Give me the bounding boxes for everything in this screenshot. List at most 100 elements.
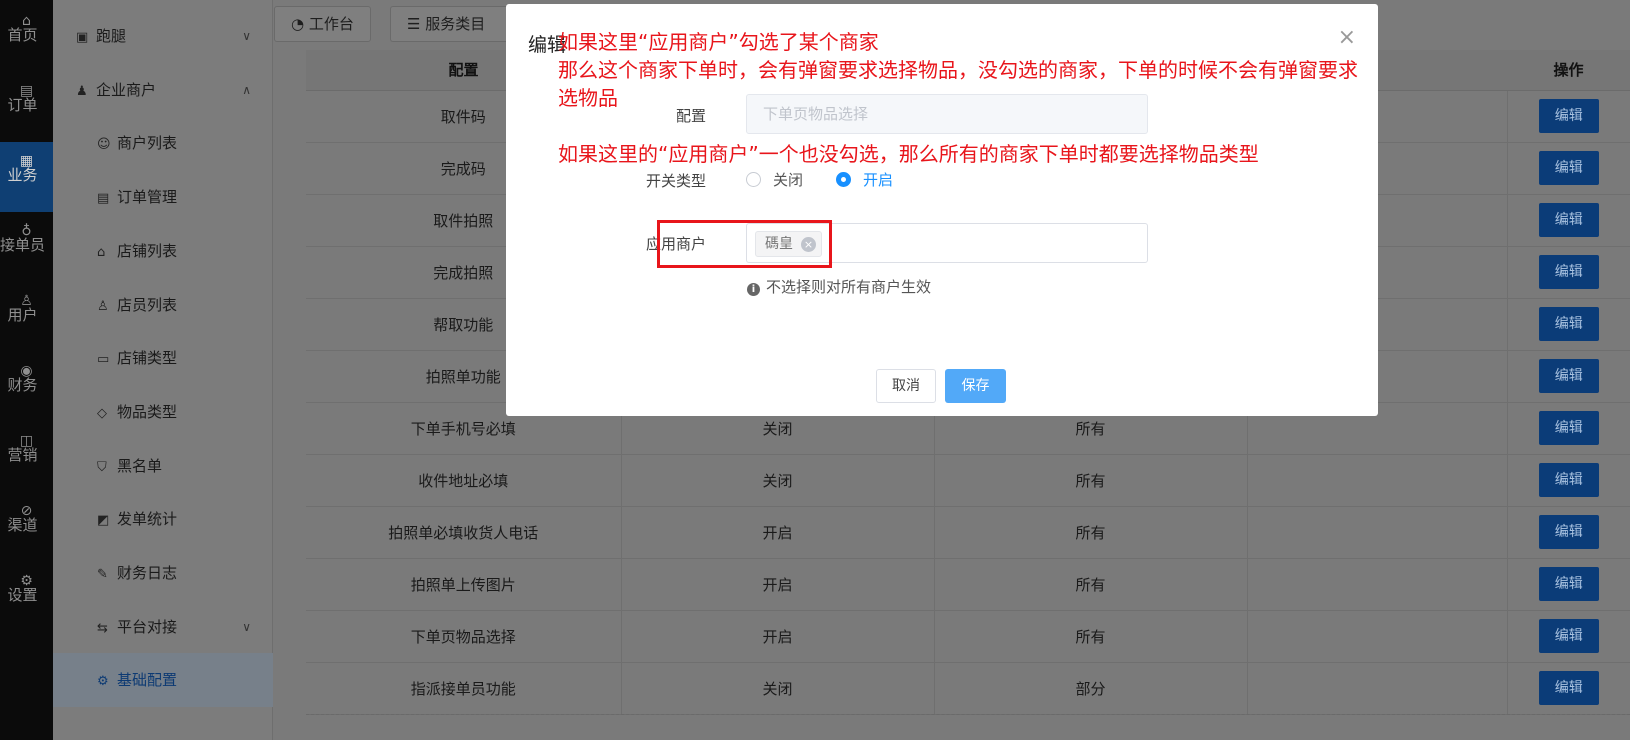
config-label: 配置 <box>676 107 707 125</box>
chevron-icon: ∨ <box>242 29 251 43</box>
cell-switch: 关闭 <box>621 454 935 507</box>
edit-button[interactable]: 编辑 <box>1538 151 1599 185</box>
rail-item-label: 营销 <box>7 446 38 464</box>
radio-on[interactable]: 开启 <box>836 170 893 190</box>
rail-item-label: 业务 <box>7 166 38 184</box>
sidebar-item-label: 企业商户 <box>96 80 157 99</box>
sidebar-item-4[interactable]: ⌂ 店铺列表 <box>53 224 273 278</box>
edit-button[interactable]: 编辑 <box>1538 203 1599 237</box>
cell-operation: 编辑 <box>1507 662 1630 715</box>
cell-scope: 所有 <box>934 506 1248 559</box>
chart-icon: ◫ <box>19 433 34 449</box>
radio-on-circle[interactable] <box>836 172 851 187</box>
cell-blank <box>1247 454 1508 507</box>
table-row: 指派接单员功能 关闭 部分 编辑 <box>306 662 1630 715</box>
cell-config: 指派接单员功能 <box>306 662 622 715</box>
sidebar-item-9[interactable]: ◩ 发单统计 <box>53 492 273 546</box>
cell-operation: 编辑 <box>1507 506 1630 559</box>
bike-icon: ♁ <box>21 223 32 239</box>
sidebar-item-1[interactable]: ♟ 企业商户 ∧ <box>53 63 273 117</box>
cell-blank <box>1247 662 1508 715</box>
rail-item-label: 渠道 <box>7 516 38 534</box>
sidebar-item-12[interactable]: ⚙ 基础配置 <box>53 653 273 708</box>
cell-operation: 编辑 <box>1507 558 1630 611</box>
edit-button[interactable]: 编辑 <box>1538 463 1599 497</box>
sidebar-item-label: 店员列表 <box>117 295 178 314</box>
radio-off[interactable]: 关闭 <box>746 170 803 190</box>
sidebar-item-10[interactable]: ✎ 财务日志 <box>53 546 273 600</box>
cell-operation: 编辑 <box>1507 246 1630 299</box>
order-icon: ▤ <box>19 83 34 99</box>
cancel-button[interactable]: 取消 <box>876 369 936 403</box>
annotation-line-3: 选物品 <box>558 86 618 110</box>
stats-icon: ◩ <box>97 513 110 529</box>
workbench-button[interactable]: ◔ 工作台 <box>274 6 371 42</box>
rail-item-6[interactable]: ◫ 营销 <box>0 422 53 492</box>
dialog-close-icon[interactable]: × <box>1338 26 1356 50</box>
annotation-line-2: 那么这个商家下单时，会有弹窗要求选择物品，没勾选的商家，下单的时候不会有弹窗要求 <box>558 58 1358 82</box>
annotation-line-4: 如果这里的“应用商户”一个也没勾选，那么所有的商家下单时都要选择物品类型 <box>558 142 1259 166</box>
service-category-button[interactable]: ☰ 服务类目 <box>390 6 510 42</box>
edit-button[interactable]: 编辑 <box>1538 411 1599 445</box>
rail-item-7[interactable]: ⊘ 渠道 <box>0 492 53 562</box>
table-bottom-divider <box>306 714 1630 715</box>
sidebar-item-0[interactable]: ▣ 跑腿 ∨ <box>53 9 273 63</box>
rail-item-label: 财务 <box>7 376 38 394</box>
rail-item-4[interactable]: ♙ 用户 <box>0 282 53 352</box>
radio-off-circle[interactable] <box>746 172 761 187</box>
rail-item-2[interactable]: ▦ 业务 <box>0 142 53 212</box>
rail-item-1[interactable]: ▤ 订单 <box>0 72 53 142</box>
rail-item-3[interactable]: ♁ 接单员 <box>0 212 53 282</box>
tag-icon: ◇ <box>97 405 107 421</box>
sidebar-item-label: 物品类型 <box>117 402 178 421</box>
cell-operation: 编辑 <box>1507 402 1630 455</box>
edit-button[interactable]: 编辑 <box>1538 671 1599 705</box>
main-nav-rail: ⌂ 首页 ▤ 订单 ▦ 业务 ♁ 接单员 ♙ 用户 ◉ 财务 ◫ 营销 ⊘ 渠道 ⚙ 设置 <box>0 0 53 740</box>
sidebar-item-8[interactable]: ⛉ 黑名单 <box>53 439 273 493</box>
info-icon: i <box>747 283 760 296</box>
cell-config: 拍照单上传图片 <box>306 558 622 611</box>
sidebar-item-7[interactable]: ◇ 物品类型 <box>53 385 273 439</box>
merchant-list-icon: ☺ <box>97 137 111 153</box>
dashboard-icon: ◔ <box>291 15 309 33</box>
user-icon: ♙ <box>20 293 33 309</box>
config-input: 下单页物品选择 <box>746 94 1148 134</box>
chevron-icon: ∨ <box>242 619 251 634</box>
edit-button[interactable]: 编辑 <box>1538 307 1599 341</box>
rail-item-5[interactable]: ◉ 财务 <box>0 352 53 422</box>
sidebar-item-11[interactable]: ⇆ 平台对接 ∨ <box>53 600 273 654</box>
sub-sidebar: ▣ 跑腿 ∨ ♟ 企业商户 ∧ ☺ 商户列表 ▤ 订单管理 ⌂ 店铺列表 ♙ 店员列表 ▭ 店铺类型 ◇ 物品类型… <box>53 0 273 740</box>
edit-button[interactable]: 编辑 <box>1538 359 1599 393</box>
chevron-icon: ∧ <box>242 82 251 97</box>
sidebar-item-5[interactable]: ♙ 店员列表 <box>53 278 273 332</box>
channel-icon: ⊘ <box>20 503 33 519</box>
merchant-group-icon: ♟ <box>76 83 88 99</box>
sidebar-item-label: 店铺列表 <box>117 241 178 260</box>
cell-switch: 开启 <box>621 610 935 663</box>
cell-scope: 所有 <box>934 610 1248 663</box>
cell-operation: 编辑 <box>1507 90 1630 143</box>
switch-type-label: 开关类型 <box>646 172 707 190</box>
hint-text: 不选择则对所有商户生效 <box>766 278 932 296</box>
save-button[interactable]: 保存 <box>945 369 1006 403</box>
sidebar-item-3[interactable]: ▤ 订单管理 <box>53 170 273 224</box>
gear-icon: ⚙ <box>97 674 109 690</box>
edit-button[interactable]: 编辑 <box>1538 619 1599 653</box>
sidebar-item-label: 跑腿 <box>96 27 127 45</box>
edit-button[interactable]: 编辑 <box>1538 515 1599 549</box>
radio-on-label: 开启 <box>863 171 894 189</box>
edit-button[interactable]: 编辑 <box>1538 255 1599 289</box>
edit-button[interactable]: 编辑 <box>1538 99 1599 133</box>
rail-item-0[interactable]: ⌂ 首页 <box>0 2 53 72</box>
sidebar-item-6[interactable]: ▭ 店铺类型 <box>53 331 273 385</box>
shop-type-icon: ▭ <box>97 352 110 368</box>
sidebar-item-2[interactable]: ☺ 商户列表 <box>53 116 273 170</box>
rail-item-8[interactable]: ⚙ 设置 <box>0 562 53 632</box>
log-icon: ✎ <box>97 567 108 582</box>
errand-icon: ▣ <box>76 30 89 45</box>
cell-operation: 编辑 <box>1507 142 1630 195</box>
edit-button[interactable]: 编辑 <box>1538 567 1599 601</box>
cell-operation: 编辑 <box>1507 610 1630 663</box>
rail-item-label: 订单 <box>7 96 38 114</box>
radio-off-label: 关闭 <box>773 171 804 189</box>
